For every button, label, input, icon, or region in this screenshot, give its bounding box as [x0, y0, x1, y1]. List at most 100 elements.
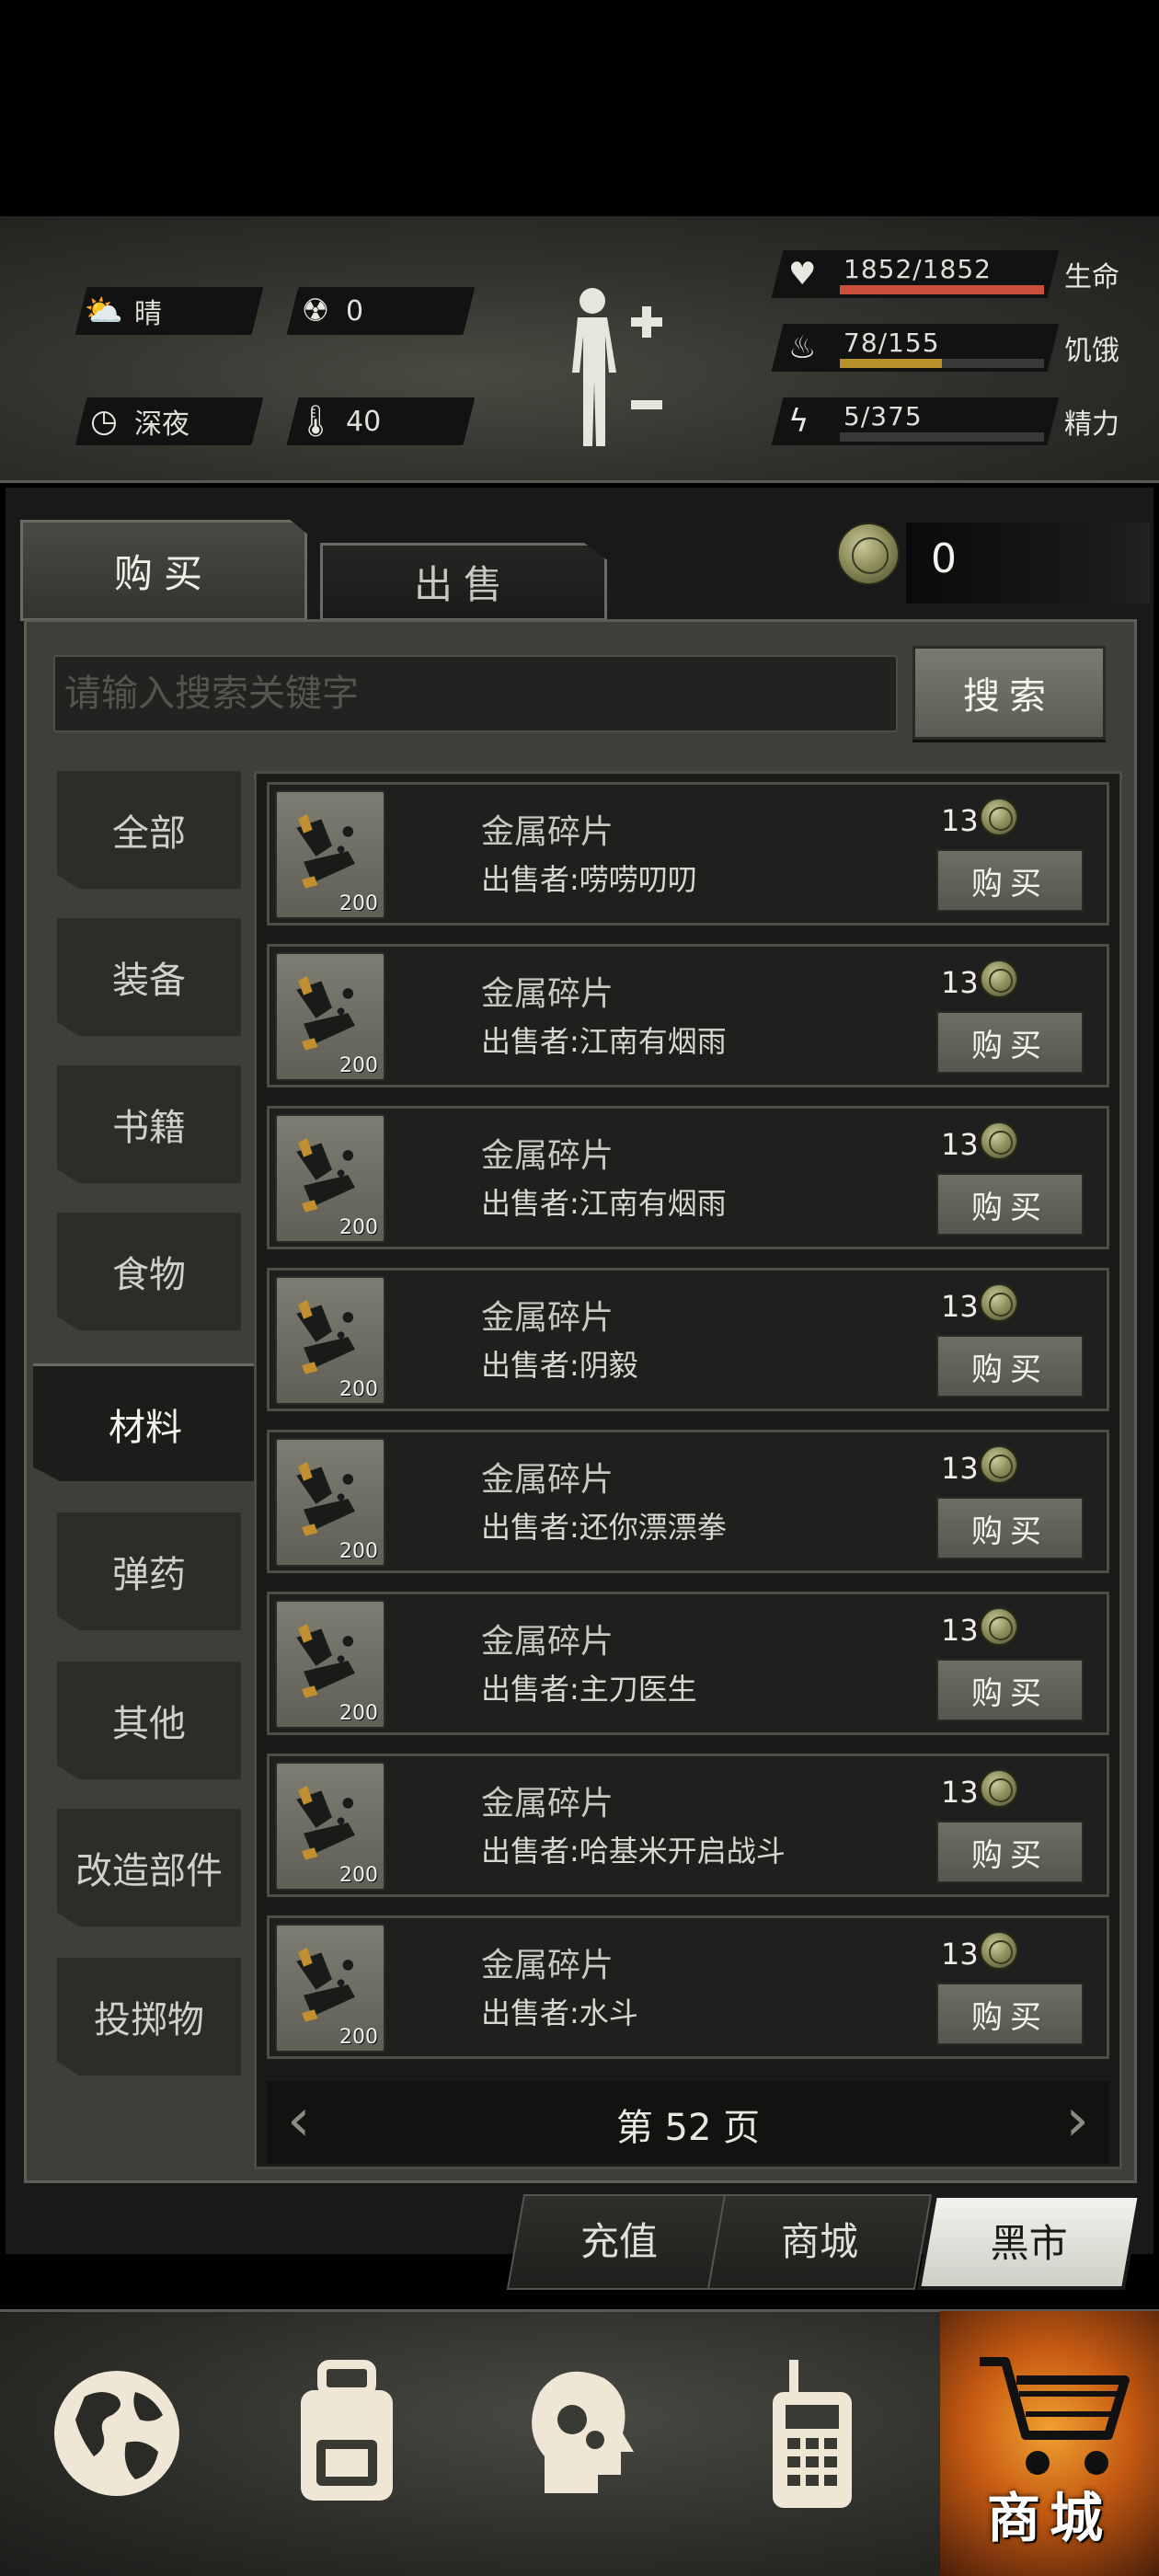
item-price: 13 [941, 1613, 979, 1648]
clock-icon: ◷ [90, 403, 118, 440]
health-stat: ♥ 1852/1852 生命 [771, 250, 1136, 298]
item-name: 金属碎片 [481, 1623, 614, 1661]
item-seller: 出售者:水斗 [481, 1995, 638, 2030]
search-button[interactable]: 搜索 [912, 646, 1106, 740]
item-price: 13 [941, 803, 979, 838]
cart-icon [980, 2357, 1130, 2475]
temperature-value: 40 [346, 405, 382, 438]
globe-icon [54, 2371, 179, 2496]
item-name: 金属碎片 [481, 1785, 614, 1823]
temperature-chip: 🌡 40 [286, 397, 476, 445]
item-seller: 出售者:江南有烟雨 [481, 1186, 727, 1221]
health-label: 生命 [1064, 261, 1119, 293]
body-status-figure[interactable] [557, 281, 668, 455]
market-item: 200 金属碎片 出售者:主刀医生 13 购买 [267, 1592, 1109, 1735]
item-price: 13 [941, 1451, 979, 1486]
category-tab[interactable]: 全部 [57, 771, 241, 889]
metal-scrap-icon: 200 [275, 1762, 385, 1891]
item-seller: 出售者:还你漂漂拳 [481, 1510, 727, 1545]
category-tab[interactable]: 食物 [57, 1213, 241, 1330]
coin-icon [837, 523, 900, 585]
health-value: 1852/1852 [843, 254, 992, 284]
item-price: 13 [941, 1127, 979, 1162]
metal-scrap-icon: 200 [275, 1276, 385, 1405]
item-quantity: 200 [339, 892, 378, 915]
metal-scrap-icon: 200 [275, 1114, 385, 1243]
coin-icon [980, 1769, 1018, 1808]
buy-button[interactable]: 购买 [936, 1821, 1084, 1883]
energy-label: 精力 [1064, 408, 1119, 441]
coin-icon [980, 960, 1018, 998]
market-item: 200 金属碎片 出售者:还你漂漂拳 13 购买 [267, 1430, 1109, 1573]
radiation-chip: ☢ 0 [286, 287, 476, 335]
tab-mall[interactable]: 商城 [706, 2194, 933, 2290]
category-tab[interactable]: 弹药 [57, 1512, 241, 1630]
item-price: 13 [941, 1775, 979, 1810]
buy-button[interactable]: 购买 [936, 1173, 1084, 1236]
metal-scrap-icon: 200 [275, 952, 385, 1081]
item-quantity: 200 [339, 1378, 378, 1401]
category-tab[interactable]: 投掷物 [57, 1958, 241, 2076]
chevron-right-icon[interactable]: › [1065, 2088, 1089, 2153]
tab-sell[interactable]: 出售 [320, 543, 607, 621]
tab-recharge[interactable]: 充值 [506, 2194, 732, 2290]
nav-backpack[interactable] [278, 2355, 416, 2521]
item-seller: 出售者:江南有烟雨 [481, 1024, 727, 1059]
backpack-icon [301, 2360, 393, 2501]
tab-buy[interactable]: 购买 [20, 520, 307, 621]
lightning-head-icon: ϟ [788, 403, 809, 440]
metal-scrap-icon: 200 [275, 1924, 385, 2053]
coin-icon [980, 1607, 1018, 1646]
shop-tabs: 充值 商城 黑市 [506, 2194, 1142, 2290]
item-name: 金属碎片 [481, 1947, 614, 1984]
item-name: 金属碎片 [481, 1137, 614, 1175]
buy-button[interactable]: 购买 [936, 1011, 1084, 1074]
time-of-day-text: 深夜 [134, 408, 189, 441]
energy-stat: ϟ 5/375 精力 [771, 397, 1136, 445]
buy-button[interactable]: 购买 [936, 1335, 1084, 1397]
item-quantity: 200 [339, 1540, 378, 1563]
buy-button[interactable]: 购买 [936, 1497, 1084, 1559]
item-seller: 出售者:主刀医生 [481, 1672, 697, 1707]
buy-button[interactable]: 购买 [936, 849, 1084, 912]
category-tab[interactable]: 书籍 [57, 1065, 241, 1183]
metal-scrap-icon: 200 [275, 790, 385, 919]
tab-black-market[interactable]: 黑市 [916, 2194, 1142, 2290]
coin-icon [980, 1283, 1018, 1322]
item-price: 13 [941, 965, 979, 1000]
nav-shop-label: 商城 [986, 2487, 1112, 2549]
thermometer-icon: 🌡 [295, 403, 336, 440]
category-tab[interactable]: 改造部件 [57, 1809, 241, 1926]
hunger-value: 78/155 [843, 328, 940, 358]
category-tab[interactable]: 其他 [57, 1662, 241, 1779]
stomach-icon: ♨ [788, 329, 817, 366]
metal-scrap-icon: 200 [275, 1438, 385, 1567]
buy-button[interactable]: 购买 [936, 1983, 1084, 2045]
item-quantity: 200 [339, 1054, 378, 1077]
category-tab[interactable]: 材料 [33, 1363, 258, 1481]
nav-shop[interactable]: 商城 [940, 2311, 1159, 2576]
nav-radio[interactable] [743, 2355, 881, 2521]
item-name: 金属碎片 [481, 1299, 614, 1337]
hunger-label: 饥饿 [1064, 335, 1119, 367]
market-item: 200 金属碎片 出售者:哈基米开启战斗 13 购买 [267, 1754, 1109, 1897]
nav-skills[interactable] [508, 2355, 646, 2521]
market-item: 200 金属碎片 出售者:江南有烟雨 13 购买 [267, 944, 1109, 1087]
cloud-sun-icon: ⛅ [84, 293, 124, 329]
search-input[interactable] [53, 655, 898, 732]
category-tab[interactable]: 装备 [57, 918, 241, 1036]
time-chip: ◷ 深夜 [75, 397, 264, 445]
coin-icon [980, 1121, 1018, 1160]
energy-value: 5/375 [843, 401, 923, 431]
item-price: 13 [941, 1937, 979, 1972]
nav-world[interactable] [48, 2355, 186, 2521]
radiation-icon: ☢ [301, 293, 330, 329]
coin-icon [980, 1445, 1018, 1484]
item-seller: 出售者:唠唠叨叨 [481, 862, 697, 897]
market-item: 200 金属碎片 出售者:唠唠叨叨 13 购买 [267, 782, 1109, 926]
market-item: 200 金属碎片 出售者:水斗 13 购买 [267, 1915, 1109, 2059]
item-quantity: 200 [339, 1216, 378, 1239]
item-price: 13 [941, 1289, 979, 1324]
page-label: 第 52 页 [615, 2107, 761, 2149]
buy-button[interactable]: 购买 [936, 1659, 1084, 1721]
